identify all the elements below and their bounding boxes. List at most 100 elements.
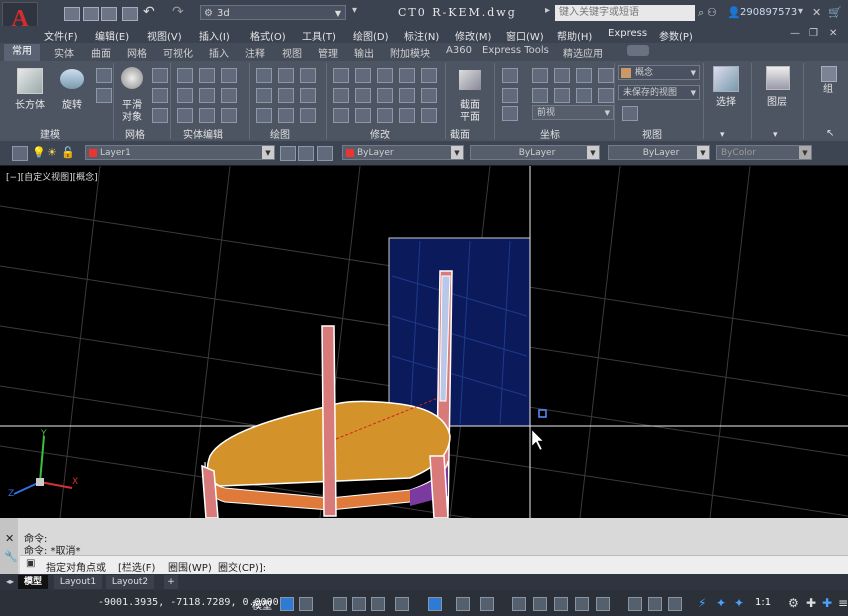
annotation-visibility-icon[interactable] — [628, 597, 642, 611]
polygon-icon[interactable] — [256, 108, 272, 123]
polar-icon[interactable] — [352, 597, 366, 611]
menu-express[interactable]: Express — [608, 28, 647, 39]
cart-icon[interactable]: 🛒 — [828, 6, 842, 19]
visual-style-select[interactable]: 概念 ▼ — [618, 65, 700, 80]
bulb-icon[interactable]: 💡 — [32, 146, 46, 159]
align-icon[interactable] — [377, 68, 393, 83]
ucs-x-icon[interactable] — [554, 68, 570, 83]
ucs-origin-icon[interactable] — [502, 88, 518, 103]
panel-title-mesh[interactable]: 网格 — [125, 126, 145, 141]
ucs-icon[interactable] — [502, 68, 518, 83]
ucs-view-icon[interactable] — [532, 88, 548, 103]
option-fence[interactable]: [栏选(F) — [118, 559, 155, 574]
menu-icon[interactable]: ≡ — [838, 596, 848, 610]
revolve-icon[interactable] — [60, 69, 84, 89]
hatch-icon[interactable] — [300, 108, 316, 123]
settings-gear-icon[interactable]: ⚙ — [788, 596, 799, 610]
print-icon[interactable] — [122, 7, 138, 21]
explode-icon[interactable] — [421, 68, 437, 83]
viewport-controls[interactable]: [−][自定义视图][概念] — [6, 170, 98, 183]
menu-view[interactable]: 视图(V) — [147, 28, 182, 43]
menu-params[interactable]: 参数(P) — [659, 28, 693, 43]
ucs-named-icon[interactable] — [502, 106, 518, 121]
snap-icon[interactable] — [299, 597, 313, 611]
tab-insert[interactable]: 插入 — [209, 45, 229, 60]
selection-dropdown-icon[interactable]: ▾ — [720, 130, 725, 140]
user-icon[interactable]: 👤 — [727, 6, 741, 19]
extract-edges-icon[interactable] — [221, 88, 237, 103]
presspull-icon[interactable] — [96, 88, 112, 103]
save-as-icon[interactable] — [101, 7, 117, 21]
option-wpolygon[interactable]: 圈围(WP) — [168, 559, 212, 574]
layer-select[interactable]: Layer1 ▼ — [85, 145, 275, 160]
rotate3d-icon[interactable] — [355, 68, 371, 83]
color-select[interactable]: ByLayer ▼ — [342, 145, 464, 160]
panel-title-coordinates[interactable]: 坐标 — [540, 126, 560, 141]
tab-featured-apps[interactable]: 精选应用 — [563, 45, 603, 60]
ucs-world-icon[interactable] — [532, 68, 548, 83]
redo-icon[interactable]: ↷ — [172, 4, 184, 20]
mesh-tool-icon-1[interactable] — [152, 68, 168, 83]
panel-title-solid-edit[interactable]: 实体编辑 — [183, 126, 223, 141]
model-space-toggle[interactable]: 模型 — [252, 597, 272, 612]
box-label[interactable]: 长方体 — [10, 96, 50, 111]
transparency-icon[interactable] — [480, 597, 494, 611]
annotation-scale-icon[interactable] — [668, 597, 682, 611]
isolate-objects-icon[interactable]: ✚ — [806, 596, 816, 610]
copy-icon[interactable] — [399, 88, 415, 103]
panel-title-section[interactable]: 截面 — [450, 126, 470, 141]
tab-solid[interactable]: 实体 — [54, 45, 74, 60]
menu-file[interactable]: 文件(F) — [44, 28, 78, 43]
close-x-icon[interactable]: ✕ — [812, 6, 821, 19]
mesh-tool-icon-2[interactable] — [152, 88, 168, 103]
extrude-icon[interactable] — [96, 68, 112, 83]
move-icon[interactable] — [333, 68, 349, 83]
erase-icon[interactable] — [355, 108, 371, 123]
3d-osnap-icon[interactable] — [533, 597, 547, 611]
scale-readout[interactable]: 1:1 — [755, 597, 771, 608]
tab-express-tools[interactable]: Express Tools — [482, 45, 549, 56]
command-wrench-icon[interactable]: 🔧 — [4, 550, 18, 563]
menu-modify[interactable]: 修改(M) — [455, 28, 491, 43]
units-icon[interactable]: ✦ — [734, 596, 744, 610]
selection-cycling-icon[interactable] — [512, 597, 526, 611]
box-icon[interactable] — [17, 68, 43, 94]
panel-title-view[interactable]: 视图 — [642, 126, 662, 141]
join-icon[interactable] — [377, 108, 393, 123]
fillet-icon[interactable] — [421, 108, 437, 123]
polyline-icon[interactable] — [278, 68, 294, 83]
fillet-edge-icon[interactable] — [199, 108, 215, 123]
restore-icon[interactable]: ❐ — [809, 28, 818, 39]
close-icon[interactable]: ✕ — [829, 28, 837, 39]
binoculars-icon[interactable]: ⚇ — [707, 6, 717, 19]
lineweight-icon[interactable] — [456, 597, 470, 611]
panel-title-draw[interactable]: 绘图 — [270, 126, 290, 141]
plotstyle-select[interactable]: ByColor ▼ — [716, 145, 812, 160]
search-icon[interactable]: ⌕ — [698, 6, 704, 20]
sun-icon[interactable]: ☀ — [47, 146, 57, 159]
ucs-z-icon[interactable] — [598, 68, 614, 83]
dynamic-ucs-icon[interactable] — [554, 597, 568, 611]
smooth-label-2[interactable]: 对象 — [116, 108, 148, 123]
add-layout-icon[interactable]: + — [164, 575, 178, 589]
menu-draw[interactable]: 绘图(D) — [353, 28, 389, 43]
menu-tools[interactable]: 工具(T) — [302, 28, 336, 43]
tab-manage[interactable]: 管理 — [318, 45, 338, 60]
auto-scale-icon[interactable] — [648, 597, 662, 611]
qa-customize-icon[interactable]: ▾ — [352, 5, 357, 16]
section-label-2[interactable]: 平面 — [454, 108, 486, 123]
panel-title-modeling[interactable]: 建模 — [40, 126, 60, 141]
array-icon[interactable] — [355, 88, 371, 103]
menu-format[interactable]: 格式(O) — [250, 28, 286, 43]
tab-output[interactable]: 输出 — [354, 45, 374, 60]
section-plane-icon[interactable] — [459, 70, 481, 90]
ribbon-toggle-icon[interactable] — [627, 45, 649, 56]
tab-layout1[interactable]: Layout1 — [54, 575, 102, 589]
command-input-row[interactable]: ▣ 指定对角点或 [栏选(F) 圈围(WP) 圈交(CP)]: — [20, 555, 848, 574]
spline-icon[interactable] — [256, 88, 272, 103]
layers-dropdown-icon[interactable]: ▾ — [773, 130, 778, 140]
ucs-y-icon[interactable] — [576, 68, 592, 83]
smooth-object-icon[interactable] — [121, 67, 143, 89]
ortho-icon[interactable] — [333, 597, 347, 611]
menu-insert[interactable]: 插入(I) — [199, 28, 230, 43]
